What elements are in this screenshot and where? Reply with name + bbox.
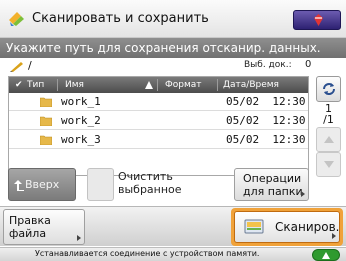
status-bar: Устанавливается соединение с устройством… [0, 247, 346, 261]
table-row[interactable]: work_2 05/02 12:30 [9, 112, 308, 130]
scroll-up-button[interactable] [316, 127, 341, 152]
column-type[interactable]: Тип [27, 77, 44, 93]
scan-save-icon [9, 12, 24, 26]
triangle-up-icon [322, 252, 330, 259]
list-actions: Вверх Очистить выбранное Операции для па… [8, 168, 309, 201]
status-monitor-button[interactable] [293, 10, 341, 30]
submenu-arrow-icon [301, 191, 305, 197]
refresh-button[interactable] [316, 76, 341, 102]
bottom-panel: Правка файла Сканиров. [0, 206, 346, 246]
pen-icon [10, 62, 23, 72]
triangle-up-icon [324, 136, 334, 143]
folder-icon [40, 116, 52, 126]
column-datetime[interactable]: Дата/Время [223, 77, 279, 93]
file-date: 05/02 12:30 [226, 114, 306, 127]
submenu-arrow-icon [332, 233, 336, 239]
table-header: ✔ Тип Имя Формат Дата/Время [9, 77, 308, 93]
file-name: work_2 [61, 114, 101, 127]
file-date: 05/02 12:30 [226, 95, 306, 108]
scroll-down-button[interactable] [316, 152, 341, 177]
file-name: work_1 [61, 95, 101, 108]
selected-docs-count: 0 [305, 59, 312, 70]
device-status-icon [314, 14, 323, 26]
file-name: work_3 [61, 133, 101, 146]
path-row: / Выб. док.: 0 [8, 59, 314, 74]
folder-operations-button[interactable]: Операции для папки [234, 168, 309, 201]
file-list: ✔ Тип Имя Формат Дата/Время work_1 05/02… [8, 76, 309, 176]
page-title: Сканировать и сохранить [32, 11, 209, 26]
up-button-label: Вверх [25, 178, 60, 191]
file-date: 05/02 12:30 [226, 133, 306, 146]
clear-selection-label: Очистить выбранное [118, 170, 182, 196]
folder-icon [40, 97, 52, 107]
edit-file-label: Правка файла [9, 214, 51, 240]
column-format[interactable]: Формат [165, 77, 202, 93]
folder-operations-label: Операции для папки [243, 172, 303, 198]
up-button[interactable]: Вверх [8, 168, 76, 201]
refresh-icon [323, 83, 335, 95]
sort-ascending-icon [145, 81, 153, 89]
column-name[interactable]: Имя [65, 77, 84, 93]
connection-status-icon[interactable] [312, 249, 340, 261]
scanner-icon [244, 219, 264, 234]
table-row[interactable]: work_1 05/02 12:30 [9, 93, 308, 111]
current-path: / [28, 59, 32, 72]
title-bar: Сканировать и сохранить [0, 0, 346, 38]
page-indicator: 1 /1 [316, 103, 341, 125]
instruction-text: Укажите путь для сохранения отсканир. да… [0, 38, 346, 58]
scan-button-label: Сканиров. [275, 220, 340, 234]
edit-file-button[interactable]: Правка файла [3, 209, 85, 245]
status-message: Устанавливается соединение с устройством… [35, 249, 260, 258]
check-icon: ✔ [15, 80, 23, 90]
clear-selection-button[interactable] [87, 168, 114, 201]
page-total: /1 [323, 113, 334, 126]
selected-docs-label: Выб. док.: [244, 60, 292, 70]
folder-icon [40, 135, 52, 145]
up-arrow-icon [14, 180, 24, 191]
scan-button[interactable]: Сканиров. [231, 208, 343, 246]
submenu-arrow-icon [77, 235, 81, 241]
triangle-down-icon [324, 161, 334, 168]
table-row[interactable]: work_3 05/02 12:30 [9, 131, 308, 149]
